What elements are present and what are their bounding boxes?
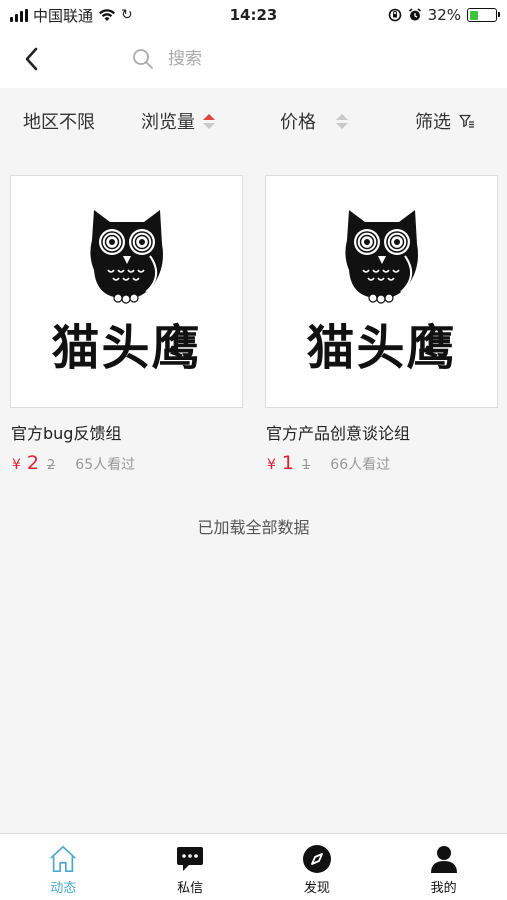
price-original: 1 [302, 458, 311, 473]
filter-views-label: 浏览量 [141, 112, 195, 133]
all-loaded-note: 已加载全部数据 [197, 518, 310, 537]
tab-label: 动态 [50, 881, 77, 896]
wifi-icon [99, 9, 116, 21]
search-icon [133, 49, 153, 69]
tab-label: 发现 [303, 881, 330, 896]
search-box[interactable] [132, 39, 432, 79]
filter-bar: 地区不限 浏览量 价格 筛选 [0, 92, 507, 150]
filter-region[interactable]: 地区不限 [23, 108, 95, 134]
filter-screen[interactable]: 筛选 [415, 108, 475, 134]
card-title: 官方产品创意谈论组 [266, 424, 411, 443]
home-icon [48, 844, 78, 874]
status-bar: 中国联通 ↻ 14:23 32% [0, 0, 507, 30]
card-image: 猫头鹰 [265, 175, 498, 408]
person-icon [429, 844, 459, 874]
chat-icon [175, 844, 205, 874]
battery-percent: 32% [427, 6, 461, 24]
card-image: 猫头鹰 [10, 175, 243, 408]
search-input[interactable] [168, 49, 368, 69]
view-count: 65人看过 [75, 457, 136, 473]
currency-symbol: ¥ [12, 457, 21, 473]
card-title: 官方bug反馈组 [11, 424, 122, 443]
battery-icon [467, 8, 500, 22]
currency-symbol: ¥ [267, 457, 276, 473]
lock-rotation-icon [388, 8, 401, 22]
tab-discover[interactable]: 发现 [254, 834, 381, 900]
back-button[interactable] [0, 30, 64, 88]
sort-down-icon [203, 122, 215, 129]
filter-views-sort[interactable]: 浏览量 [141, 108, 215, 134]
card-meta: ¥ 1 1 66人看过 [267, 452, 498, 474]
filter-region-label: 地区不限 [23, 112, 95, 133]
price-current: 2 [26, 452, 40, 474]
chevron-left-icon [25, 47, 38, 71]
battery-level [469, 10, 478, 20]
logo-text: 猫头鹰 [51, 319, 202, 376]
carrier-label: 中国联通 [33, 6, 94, 25]
tab-bar: 动态 私信 发现 我的 [0, 833, 507, 900]
owl-logo-icon [344, 209, 418, 304]
sort-arrows-icon [203, 113, 215, 129]
filter-price-sort[interactable]: 价格 [280, 108, 348, 134]
sort-down-icon [336, 122, 348, 129]
price-original: 2 [47, 458, 56, 473]
view-count: 66人看过 [330, 457, 391, 473]
owl-logo-icon [89, 209, 163, 304]
price-current: 1 [281, 452, 295, 474]
sort-arrows-icon [336, 113, 348, 129]
sort-up-icon [203, 113, 215, 120]
filter-price-label: 价格 [280, 112, 316, 133]
status-time: 14:23 [229, 6, 278, 24]
tab-label: 我的 [430, 881, 457, 896]
tab-label: 私信 [177, 881, 204, 896]
compass-icon [302, 844, 332, 874]
alarm-icon [408, 8, 421, 21]
tab-profile[interactable]: 我的 [380, 834, 507, 900]
tab-messages[interactable]: 私信 [127, 834, 254, 900]
filter-funnel-icon [459, 114, 474, 128]
status-right: 32% [388, 6, 500, 24]
tab-feed[interactable]: 动态 [0, 834, 127, 900]
status-left: 中国联通 ↻ [10, 5, 133, 26]
group-card[interactable]: 猫头鹰 官方产品创意谈论组 ¥ 1 1 66人看过 [265, 175, 498, 474]
header [0, 30, 507, 88]
signal-icon [10, 8, 28, 22]
logo-text: 猫头鹰 [306, 319, 457, 376]
card-meta: ¥ 2 2 65人看过 [12, 452, 243, 474]
sort-up-icon [336, 113, 348, 120]
sync-icon: ↻ [121, 7, 133, 23]
filter-screen-label: 筛选 [415, 112, 451, 133]
group-card[interactable]: 猫头鹰 官方bug反馈组 ¥ 2 2 65人看过 [10, 175, 243, 474]
